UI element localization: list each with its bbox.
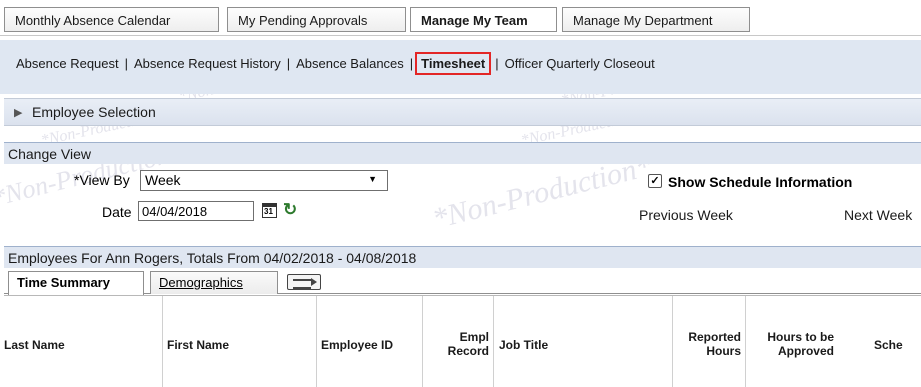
column-job-title[interactable]: Job Title bbox=[493, 296, 672, 387]
column-label: Empl bbox=[459, 330, 489, 344]
date-label: Date bbox=[102, 204, 132, 220]
tab-manage-my-department[interactable]: Manage My Department bbox=[562, 7, 750, 32]
previous-week-link[interactable]: Previous Week bbox=[639, 207, 733, 223]
link-absence-request-history[interactable]: Absence Request History bbox=[134, 56, 281, 71]
column-label: Job Title bbox=[499, 338, 549, 352]
top-tab-bar: Monthly Absence Calendar My Pending Appr… bbox=[0, 0, 921, 36]
sub-navigation-bar: Absence Request | Absence Request History |… bbox=[0, 40, 921, 94]
link-separator: | bbox=[409, 56, 414, 71]
change-view-label: Change View bbox=[8, 146, 92, 162]
show-schedule-label[interactable]: Show Schedule Information bbox=[668, 174, 852, 190]
tab-demographics-label: Demographics bbox=[159, 275, 243, 290]
column-label: Sche bbox=[874, 338, 903, 352]
view-by-select[interactable]: Week ▼ bbox=[140, 170, 388, 191]
link-officer-quarterly-closeout[interactable]: Officer Quarterly Closeout bbox=[505, 56, 655, 71]
grid-tab-bar: Time Summary Demographics bbox=[4, 268, 921, 295]
column-first-name[interactable]: First Name bbox=[162, 296, 316, 387]
link-separator: | bbox=[124, 56, 129, 71]
tab-time-summary[interactable]: Time Summary bbox=[8, 271, 144, 295]
grid-view-icon[interactable] bbox=[287, 274, 321, 290]
column-label: Reported bbox=[688, 330, 741, 344]
column-last-name[interactable]: Last Name bbox=[4, 296, 162, 387]
column-label: Record bbox=[447, 344, 489, 358]
column-label: First Name bbox=[167, 338, 230, 352]
employee-selection-section[interactable]: ▶ Employee Selection bbox=[4, 98, 921, 126]
refresh-icon[interactable]: ↻ bbox=[283, 200, 297, 220]
tab-monthly-absence-calendar[interactable]: Monthly Absence Calendar bbox=[4, 7, 219, 32]
column-reported-hours[interactable]: Reported Hours bbox=[672, 296, 745, 387]
employees-header-label: Employees For Ann Rogers, Totals From 04… bbox=[8, 250, 417, 266]
link-absence-request[interactable]: Absence Request bbox=[16, 56, 119, 71]
column-employee-id[interactable]: Employee ID bbox=[316, 296, 422, 387]
column-schedule[interactable]: Sche bbox=[842, 296, 921, 387]
employee-selection-label[interactable]: Employee Selection bbox=[32, 104, 156, 120]
view-by-label: *View By bbox=[74, 172, 130, 188]
tab-demographics[interactable]: Demographics bbox=[150, 271, 278, 294]
column-label: Hours bbox=[706, 344, 741, 358]
column-label: Employee ID bbox=[321, 338, 394, 352]
grid-column-headers: Last Name First Name Employee ID Empl Re… bbox=[4, 295, 921, 387]
column-label: Last Name bbox=[4, 338, 65, 352]
tab-manage-my-team[interactable]: Manage My Team bbox=[410, 7, 557, 32]
link-separator: | bbox=[495, 56, 499, 71]
column-label: Hours to be bbox=[767, 330, 834, 344]
column-hours-to-be-approved[interactable]: Hours to be Approved bbox=[745, 296, 842, 387]
date-input[interactable]: 04/04/2018 bbox=[138, 201, 254, 221]
link-separator: | bbox=[286, 56, 291, 71]
checkbox-checked-icon[interactable]: ✓ bbox=[648, 174, 662, 188]
column-label: Approved bbox=[777, 344, 834, 358]
sub-navigation-links: Absence Request | Absence Request History |… bbox=[16, 52, 655, 75]
tab-my-pending-approvals[interactable]: My Pending Approvals bbox=[227, 7, 406, 32]
column-empl-record[interactable]: Empl Record bbox=[422, 296, 493, 387]
change-view-header: Change View bbox=[4, 142, 921, 164]
employees-header: Employees For Ann Rogers, Totals From 04… bbox=[4, 246, 921, 268]
link-timesheet[interactable]: Timesheet bbox=[415, 52, 492, 75]
calendar-icon[interactable] bbox=[262, 203, 277, 218]
view-by-value: Week bbox=[145, 172, 181, 188]
next-week-link[interactable]: Next Week bbox=[844, 207, 912, 223]
triangle-right-icon[interactable]: ▶ bbox=[14, 106, 22, 119]
link-absence-balances[interactable]: Absence Balances bbox=[296, 56, 404, 71]
chevron-down-icon: ▼ bbox=[368, 174, 377, 184]
